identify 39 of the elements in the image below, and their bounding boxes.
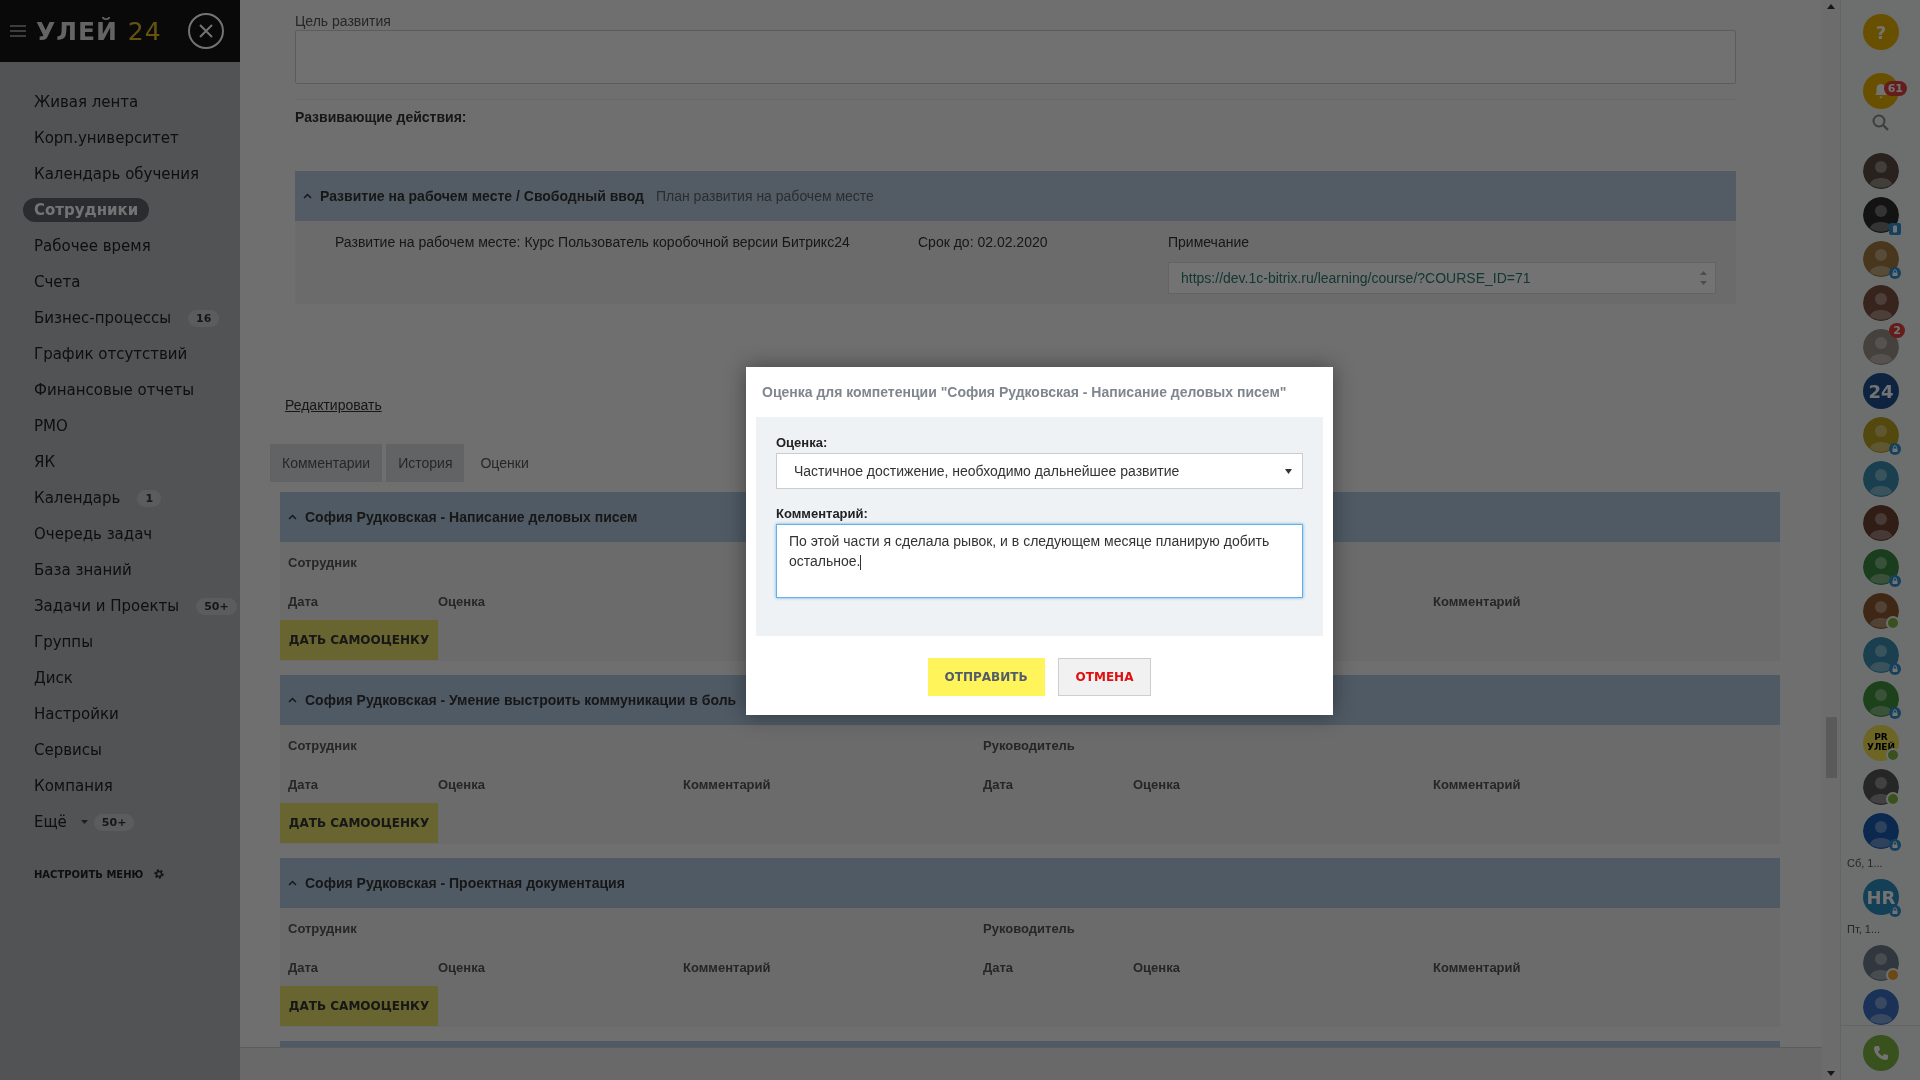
column-group-label: Сотрудник bbox=[288, 737, 358, 753]
column-header: Дата bbox=[983, 776, 1014, 792]
column-header: Комментарий bbox=[1433, 959, 1521, 975]
column-header: Комментарий bbox=[1433, 593, 1521, 609]
dialog-title: Оценка для компетенции "София Рудковская - Написание деловых писем" bbox=[761, 383, 1288, 402]
counter-badge: 50+ bbox=[196, 597, 237, 615]
action-text: Развитие на рабочем месте: Курс Пользователь коробочной версии Битрикс24 bbox=[335, 234, 851, 252]
counter-badge: 1 bbox=[137, 489, 162, 507]
field-label: Комментарий: bbox=[776, 506, 869, 523]
date-label: Пт, 1... bbox=[1846, 923, 1881, 937]
competency-title: София Рудковская - Умение выстроить коммуникации в боль bbox=[305, 692, 737, 708]
competency-title: София Рудковская - Написание деловых писем bbox=[305, 509, 638, 525]
counter-badge: 50+ bbox=[93, 813, 135, 831]
note-label: Примечание bbox=[1168, 234, 1251, 250]
column-group-label: Руководитель bbox=[983, 920, 1075, 936]
column-group-label: Руководитель bbox=[983, 737, 1075, 753]
column-group-label: Сотрудник bbox=[288, 554, 358, 570]
column-header: Оценка bbox=[438, 959, 485, 975]
column-header: Оценка bbox=[438, 593, 485, 609]
count-badge: 2 bbox=[1889, 323, 1905, 338]
group-title: Развитие на рабочем месте / Свободный ввод bbox=[320, 188, 644, 204]
column-header: Комментарий bbox=[1433, 776, 1521, 792]
field-label: Оценка: bbox=[776, 435, 829, 452]
date-label: Сб, 1... bbox=[1846, 857, 1883, 871]
column-header: Оценка bbox=[1133, 776, 1180, 792]
column-header: Дата bbox=[983, 959, 1014, 975]
column-header: Дата bbox=[288, 593, 319, 609]
deadline-text: Срок до: 02.02.2020 bbox=[918, 234, 1049, 252]
column-header: Оценка bbox=[1133, 959, 1180, 975]
column-header: Комментарий bbox=[683, 959, 771, 975]
column-header: Оценка bbox=[438, 776, 485, 792]
column-group-label: Сотрудник bbox=[288, 920, 358, 936]
counter-badge: 16 bbox=[188, 309, 220, 327]
competency-title: София Рудковская - Проектная документация bbox=[305, 875, 625, 891]
field-label: Цель развития bbox=[295, 12, 392, 30]
column-header: Дата bbox=[288, 959, 319, 975]
section-label: Развивающие действия: bbox=[295, 99, 1736, 126]
column-header: Дата bbox=[288, 776, 319, 792]
column-header: Комментарий bbox=[683, 776, 771, 792]
